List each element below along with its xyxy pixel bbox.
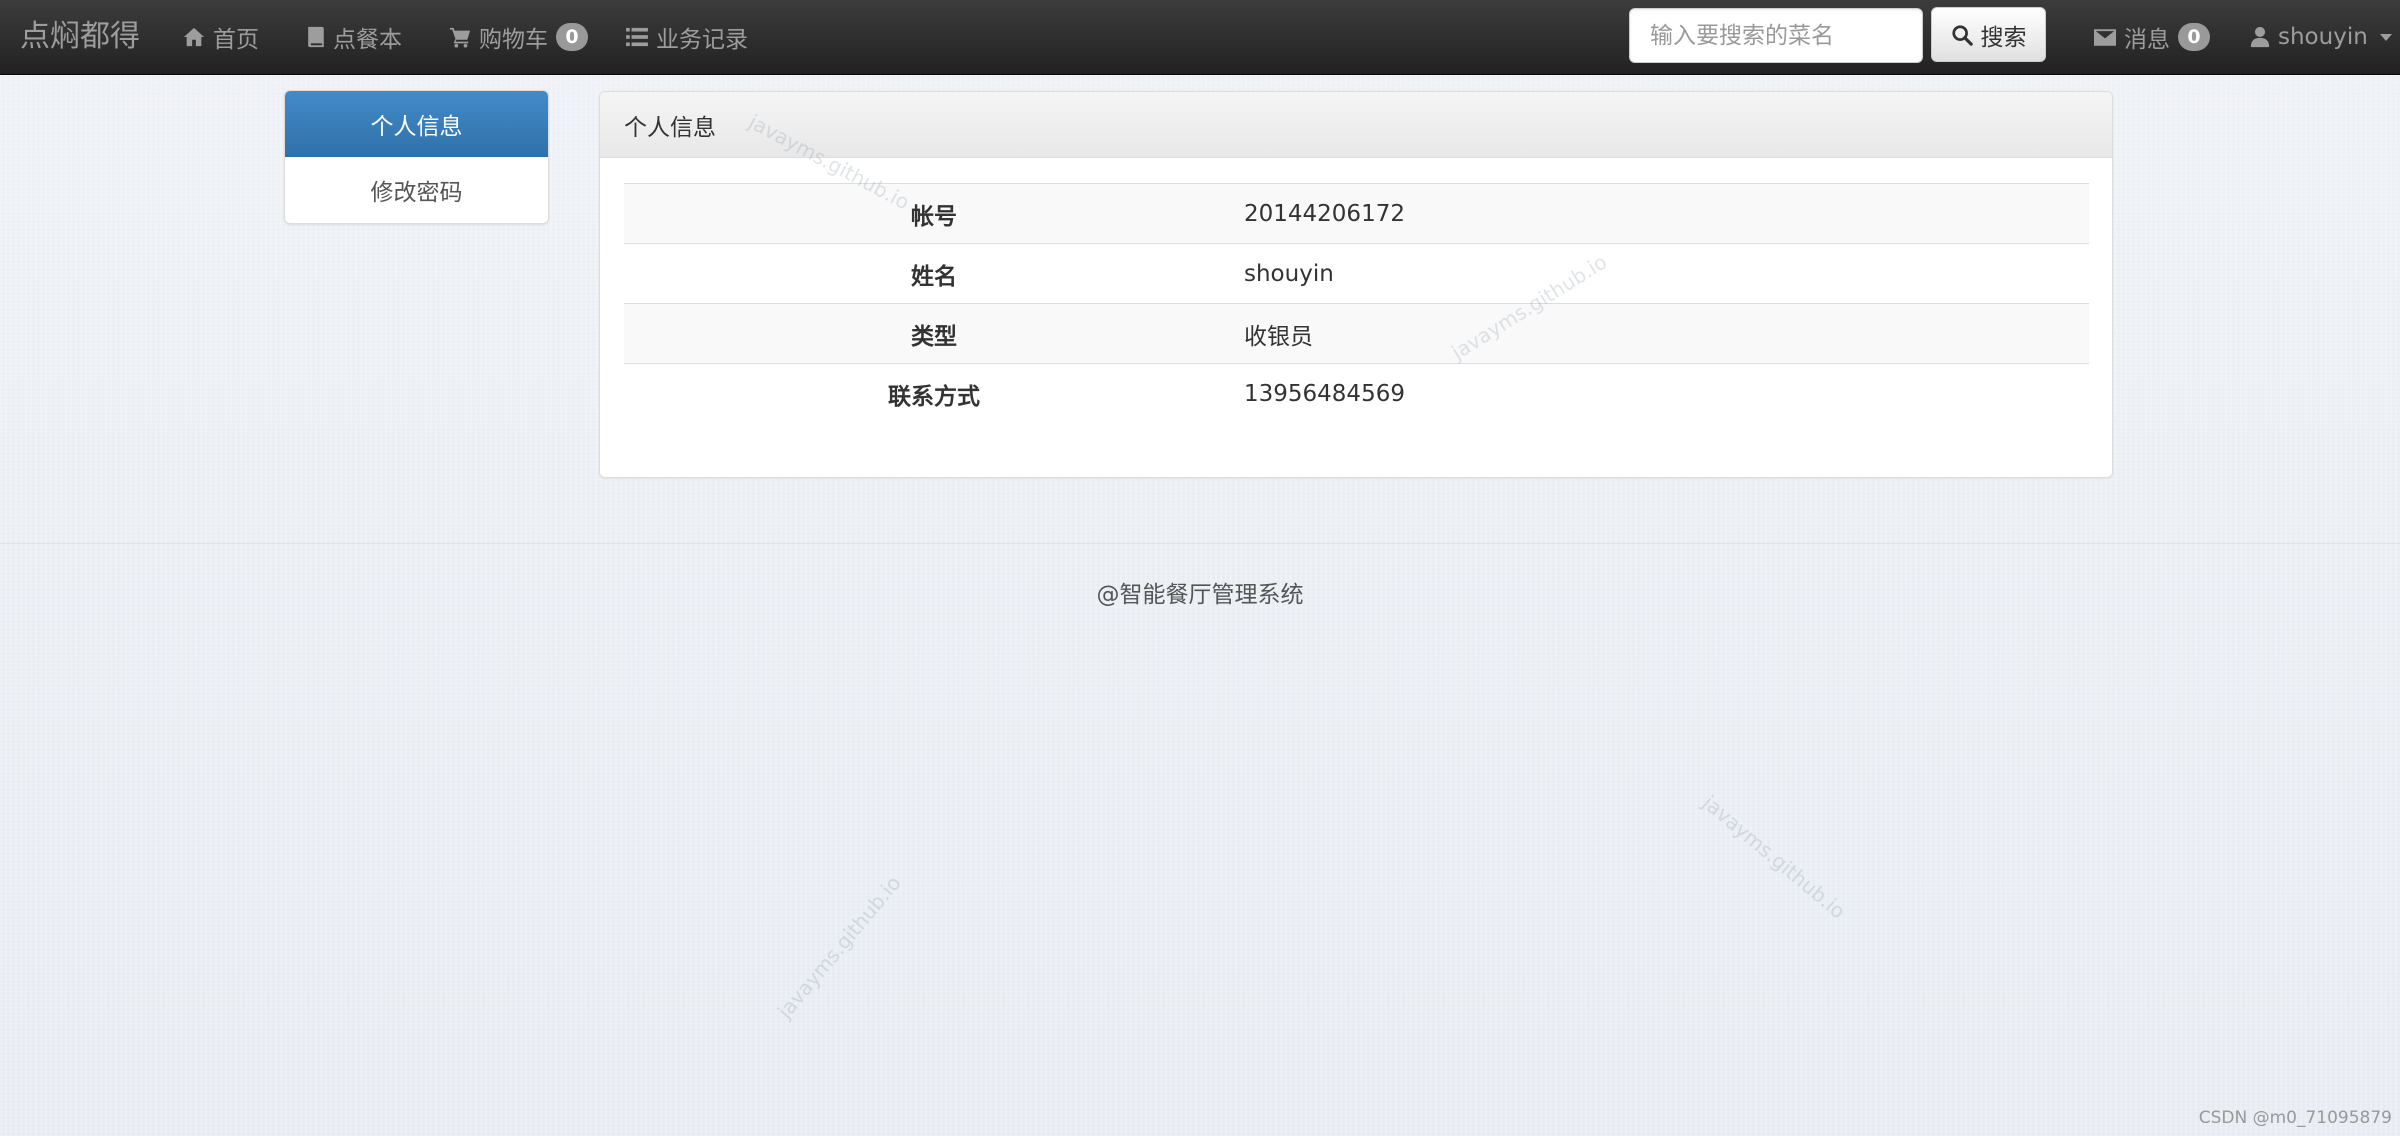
- home-icon: [183, 27, 205, 47]
- profile-sidebar: 个人信息 修改密码: [284, 90, 549, 224]
- sidebar-item-personal-info-label: 个人信息: [370, 113, 463, 140]
- search-input[interactable]: [1629, 8, 1923, 63]
- search-button[interactable]: 搜索: [1931, 7, 2046, 62]
- user-name: shouyin: [2278, 24, 2368, 50]
- nav-item-messages[interactable]: 消息 0: [2094, 14, 2210, 60]
- nav-item-home-label: 首页: [213, 27, 259, 53]
- table-row: 联系方式 13956484569: [624, 363, 2089, 424]
- watermark: javayms.github.io: [1698, 790, 1851, 924]
- personal-info-panel: 个人信息 帐号 20144206172 姓名 shouyin 类型 收银员 联系…: [599, 91, 2113, 478]
- top-navbar: 点焖都得 首页 点餐本 购物车 0 业务记录 搜索: [0, 0, 2400, 75]
- row-label: 姓名: [624, 243, 1244, 304]
- sidebar-item-change-password[interactable]: 修改密码: [285, 157, 548, 223]
- search-icon: [1951, 24, 1973, 46]
- brand-logo[interactable]: 点焖都得: [20, 15, 140, 59]
- row-label: 联系方式: [624, 363, 1244, 424]
- personal-info-table: 帐号 20144206172 姓名 shouyin 类型 收银员 联系方式 13…: [624, 183, 2089, 424]
- envelope-icon: [2094, 28, 2116, 46]
- nav-item-menu-book-label: 点餐本: [333, 27, 402, 53]
- messages-count-badge: 0: [2178, 23, 2210, 51]
- cart-count-badge: 0: [556, 23, 588, 51]
- user-dropdown[interactable]: shouyin: [2250, 14, 2392, 60]
- user-icon: [2250, 26, 2270, 48]
- csdn-credit: CSDN @m0_71095879: [2198, 1108, 2392, 1128]
- row-value: 20144206172: [1244, 183, 2089, 244]
- sidebar-item-change-password-label: 修改密码: [370, 180, 463, 206]
- nav-item-cart[interactable]: 购物车 0: [449, 14, 588, 60]
- table-row: 类型 收银员: [624, 303, 2089, 364]
- search-button-label: 搜索: [1980, 24, 2027, 51]
- nav-item-cart-label: 购物车: [479, 27, 548, 53]
- table-row: 姓名 shouyin: [624, 243, 2089, 304]
- row-label: 类型: [624, 303, 1244, 364]
- nav-item-business-records[interactable]: 业务记录: [626, 14, 748, 60]
- sidebar-item-personal-info[interactable]: 个人信息: [285, 91, 548, 157]
- chevron-down-icon: [2379, 33, 2392, 41]
- nav-item-business-records-label: 业务记录: [656, 27, 748, 53]
- row-value: 13956484569: [1244, 363, 2089, 424]
- row-value: shouyin: [1244, 243, 2089, 304]
- footer-divider: [0, 543, 2400, 544]
- watermark: javayms.github.io: [772, 870, 906, 1024]
- nav-item-menu-book[interactable]: 点餐本: [306, 14, 402, 60]
- nav-item-messages-label: 消息: [2124, 27, 2170, 53]
- row-value: 收银员: [1244, 303, 2089, 364]
- panel-title: 个人信息: [600, 92, 2112, 158]
- book-icon: [308, 26, 324, 48]
- row-label: 帐号: [624, 183, 1244, 244]
- footer-text: @智能餐厅管理系统: [1096, 582, 1304, 608]
- table-row: 帐号 20144206172: [624, 183, 2089, 244]
- nav-item-home[interactable]: 首页: [183, 14, 259, 60]
- list-icon: [626, 27, 648, 47]
- cart-icon: [449, 27, 471, 48]
